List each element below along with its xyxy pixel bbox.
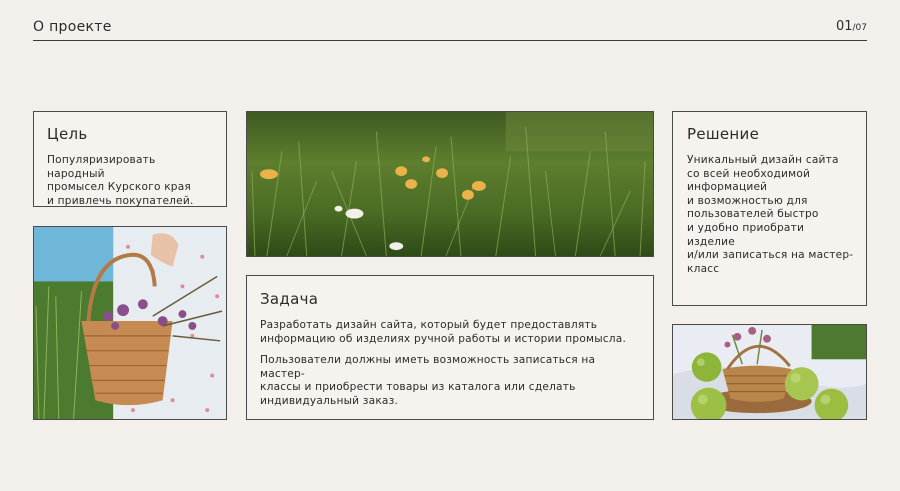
- solution-line: Уникальный дизайн сайта: [687, 154, 839, 166]
- basket-in-hand-image: [34, 227, 226, 419]
- solution-line: и/или записаться на мастер-: [687, 249, 854, 262]
- goal-card: Цель Популяризировать народный промысел …: [33, 111, 227, 207]
- goal-title: Цель: [47, 125, 88, 143]
- goal-line: Популяризировать народный: [47, 154, 156, 180]
- solution-line: со всей необходимой: [687, 167, 811, 180]
- meadow-photo: [246, 111, 654, 257]
- page-title: О проекте: [33, 19, 112, 35]
- task-paragraph: Пользователи должны иметь возможность за…: [260, 354, 641, 408]
- apples-basket-image: [673, 325, 866, 419]
- page-counter: 01/07: [836, 19, 867, 34]
- task-paragraph: Разработать дизайн сайта, который будет …: [260, 319, 641, 346]
- task-line: индивидуальный заказ.: [260, 394, 399, 407]
- solution-card: Решение Уникальный дизайн сайта со всей …: [672, 111, 867, 306]
- goal-text: Популяризировать народный промысел Курск…: [47, 154, 214, 208]
- basket-in-hand-photo: [33, 226, 227, 420]
- task-title: Задача: [260, 290, 319, 308]
- solution-line: информацией: [687, 181, 768, 194]
- task-line: информацию об изделиях ручной работы и и…: [260, 332, 627, 345]
- solution-line: класс: [687, 262, 720, 275]
- task-line: Разработать дизайн сайта, который будет …: [260, 319, 598, 331]
- goal-line: промысел Курского края: [47, 181, 191, 194]
- task-line: Пользователи должны иметь возможность за…: [260, 354, 596, 380]
- header: О проекте 01/07: [33, 17, 867, 41]
- solution-line: пользователей быстро: [687, 208, 819, 221]
- goal-line: и привлечь покупателей.: [47, 194, 194, 207]
- solution-title: Решение: [687, 125, 760, 143]
- task-card: Задача Разработать дизайн сайта, который…: [246, 275, 654, 420]
- meadow-image: [247, 112, 653, 256]
- solution-line: и возможностью для: [687, 194, 808, 207]
- solution-line: и удобно приобрати изделие: [687, 221, 805, 248]
- task-text: Разработать дизайн сайта, который будет …: [260, 319, 641, 409]
- apples-basket-photo: [672, 324, 867, 420]
- task-line: классы и приобрести товары из каталога и…: [260, 381, 576, 394]
- page-current: 01: [835, 19, 853, 34]
- page-total: /07: [852, 23, 867, 33]
- solution-text: Уникальный дизайн сайта со всей необходи…: [687, 154, 854, 276]
